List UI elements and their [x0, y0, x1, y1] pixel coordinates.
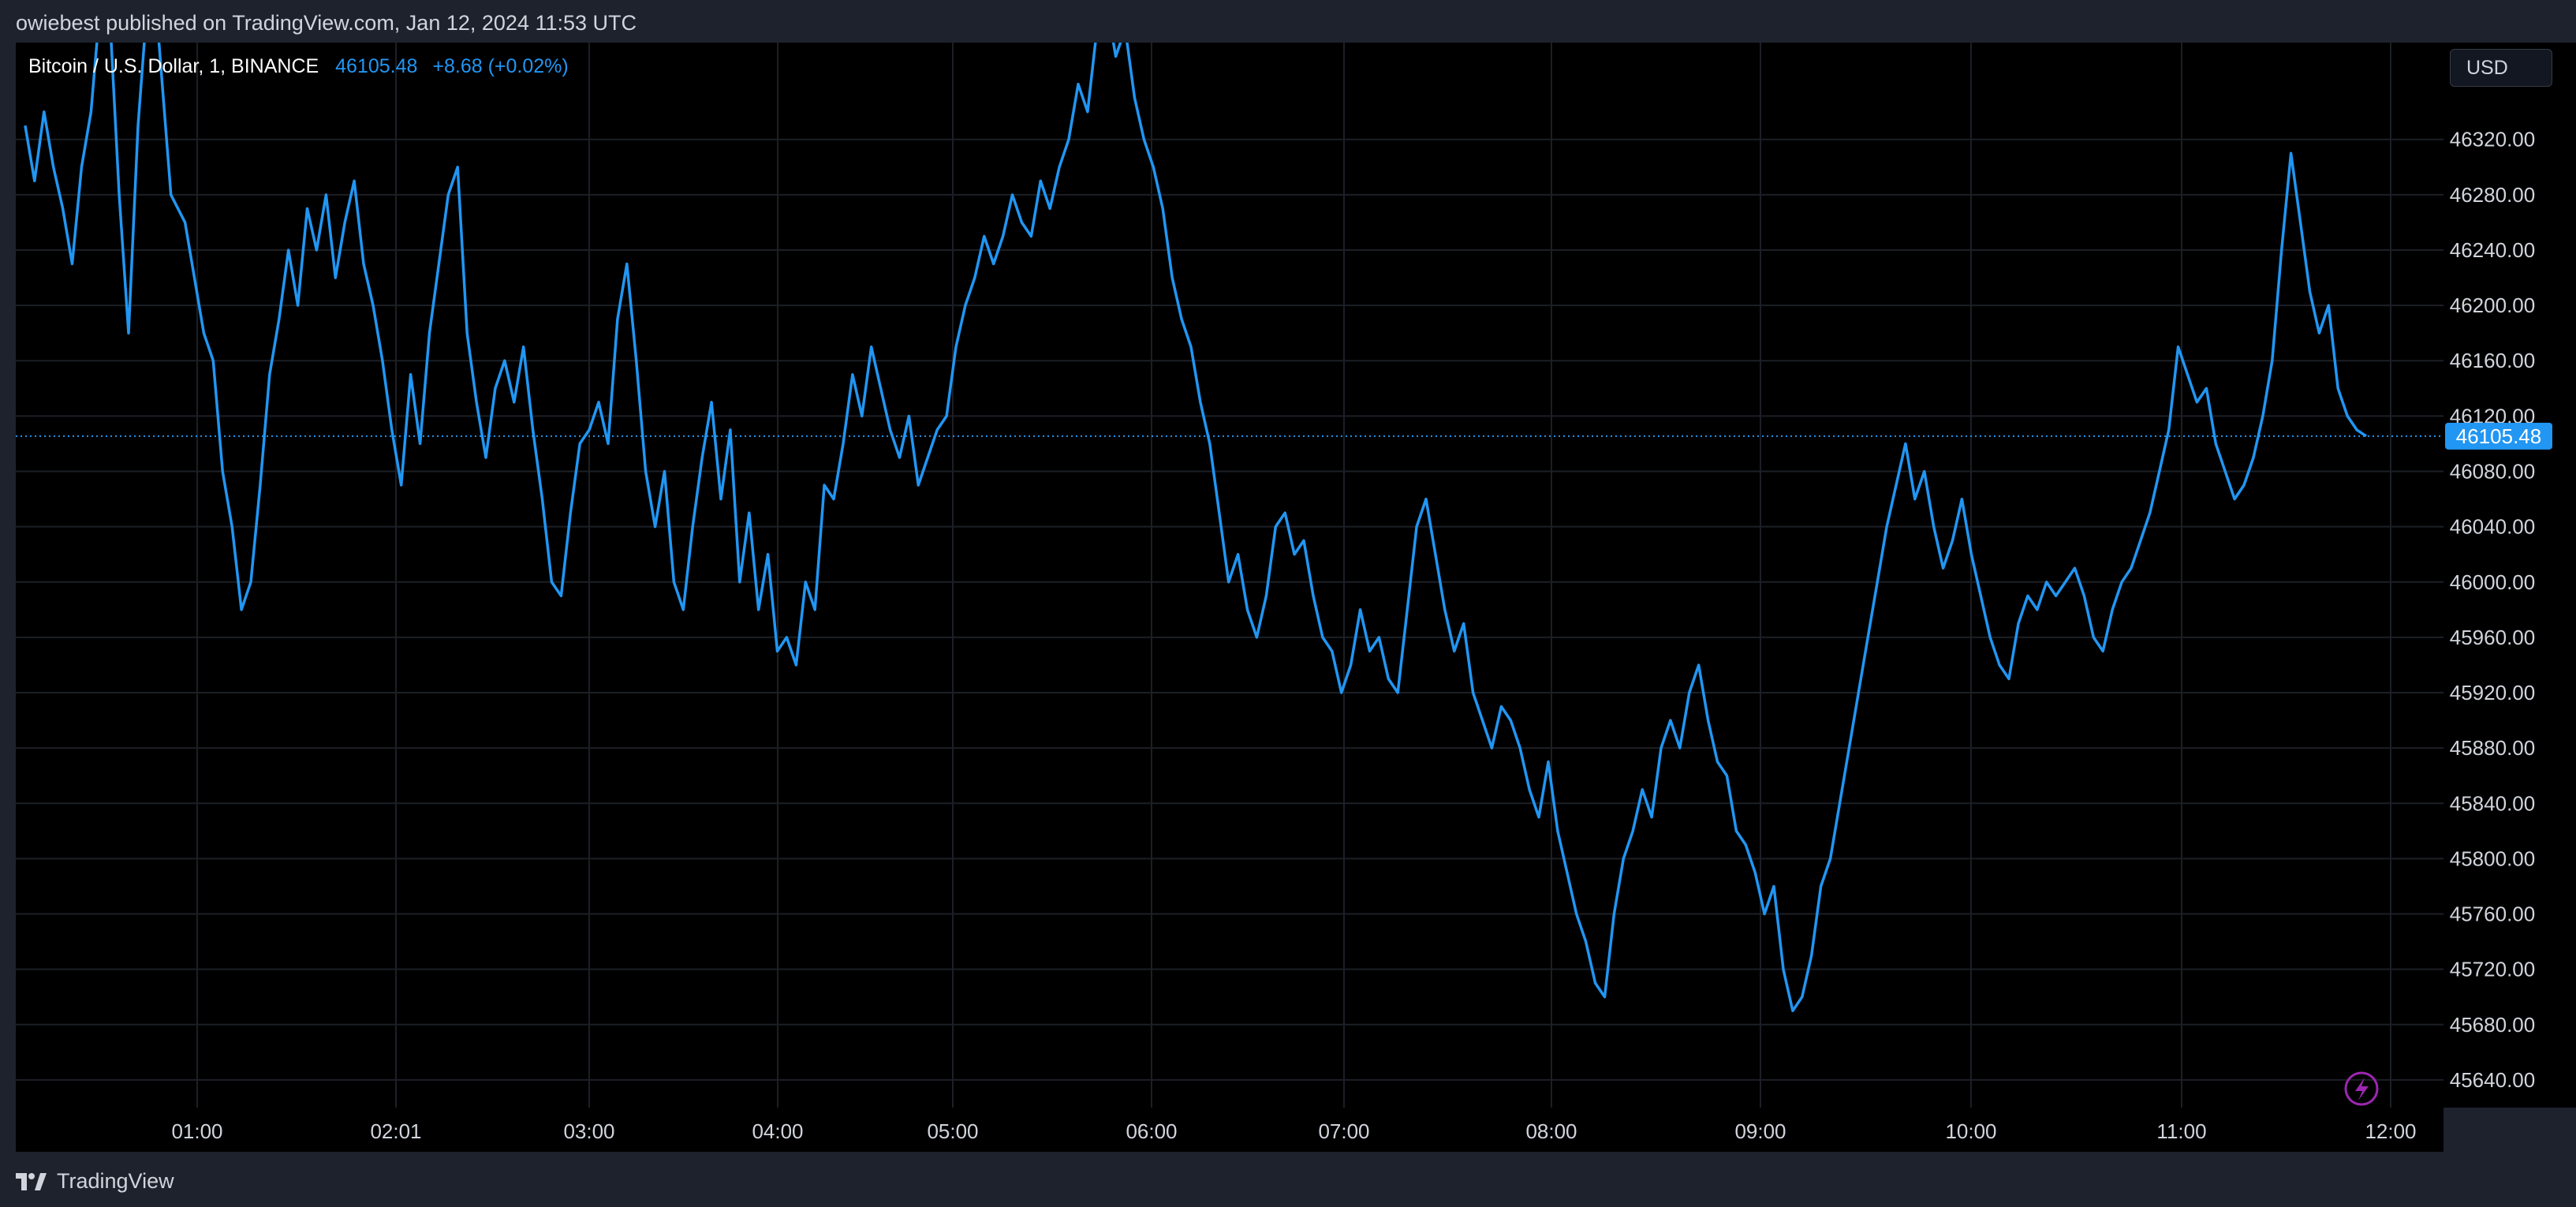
y-tick-label: 46200.00: [2450, 293, 2535, 317]
y-tick-label: 45880.00: [2450, 736, 2535, 760]
x-tick-label: 05:00: [927, 1119, 978, 1143]
y-tick-label: 46000.00: [2450, 570, 2535, 594]
currency-button[interactable]: USD: [2450, 49, 2552, 87]
brand[interactable]: TradingView: [16, 1169, 174, 1194]
tradingview-logo-icon: [16, 1172, 47, 1190]
y-tick-label: 45720.00: [2450, 958, 2535, 981]
footer-bar: TradingView: [0, 1152, 2576, 1207]
y-tick-label: 46040.00: [2450, 515, 2535, 539]
y-tick-label: 46080.00: [2450, 460, 2535, 484]
x-tick-label: 03:00: [563, 1119, 614, 1143]
y-tick-label: 45760.00: [2450, 902, 2535, 926]
price-chart: 46320.00 46280.00 46240.00 46200.00 46160.00…: [16, 43, 2552, 1143]
x-tick-label: 09:00: [1734, 1119, 1786, 1143]
y-tick-label: 45920.00: [2450, 681, 2535, 704]
last-price-badge: 46105.48: [2445, 422, 2552, 450]
symbol-title[interactable]: Bitcoin / U.S. Dollar, 1, BINANCE: [28, 55, 319, 77]
y-tick-label: 46320.00: [2450, 128, 2535, 151]
x-tick-label: 11:00: [2156, 1119, 2206, 1143]
last-price-badge-label: 46105.48: [2456, 424, 2541, 448]
y-tick-label: 46280.00: [2450, 183, 2535, 207]
price-change-value: +8.68 (+0.02%): [432, 55, 569, 77]
x-tick-label: 12:00: [2365, 1119, 2416, 1143]
x-tick-label: 04:00: [752, 1119, 803, 1143]
y-tick-label: 46240.00: [2450, 238, 2535, 262]
symbol-legend: Bitcoin / U.S. Dollar, 1, BINANCE 46105.…: [28, 55, 569, 78]
last-price-value: 46105.48: [335, 55, 418, 77]
lightning-icon[interactable]: [2344, 1071, 2379, 1106]
y-tick-label: 45800.00: [2450, 846, 2535, 870]
x-tick-label: 08:00: [1525, 1119, 1577, 1143]
brand-name: TradingView: [57, 1169, 174, 1193]
x-tick-label: 01:00: [171, 1119, 222, 1143]
y-tick-label: 45680.00: [2450, 1013, 2535, 1037]
y-tick-label: 46160.00: [2450, 349, 2535, 372]
x-tick-label: 02:01: [370, 1119, 421, 1143]
y-tick-label: 45840.00: [2450, 791, 2535, 815]
y-tick-label: 45960.00: [2450, 626, 2535, 649]
y-tick-label: 45640.00: [2450, 1068, 2535, 1092]
x-tick-label: 07:00: [1318, 1119, 1369, 1143]
x-tick-label: 06:00: [1126, 1119, 1177, 1143]
x-tick-label: 10:00: [1945, 1119, 1996, 1143]
